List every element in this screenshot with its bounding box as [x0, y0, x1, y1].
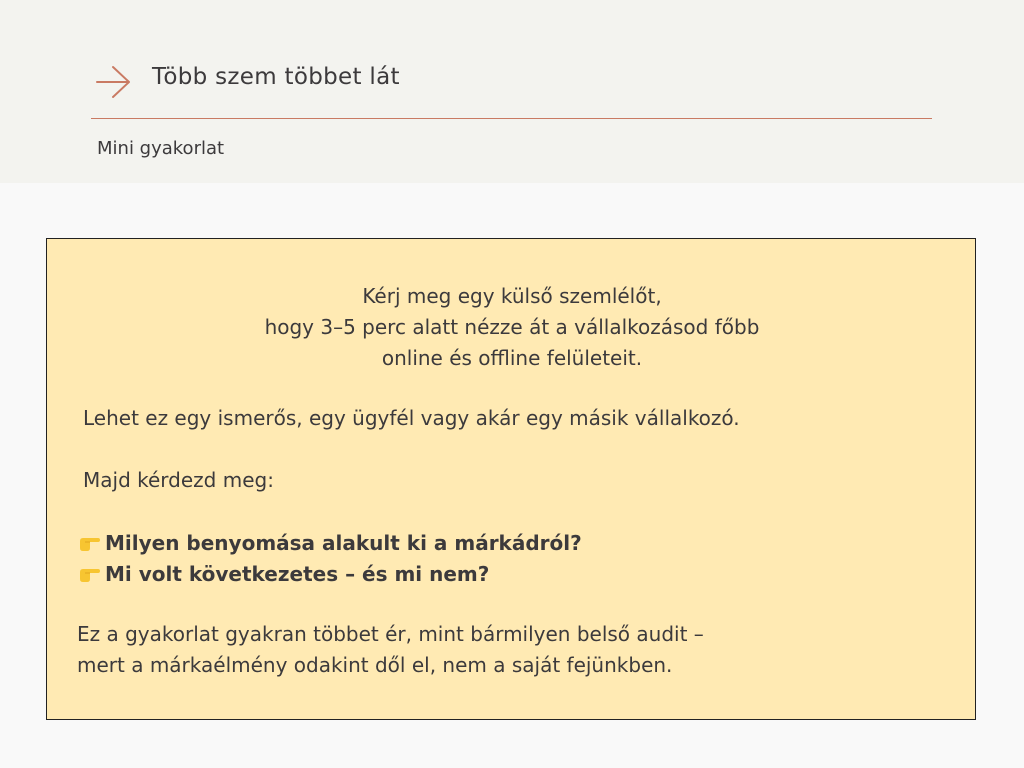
- intro-paragraph: Kérj meg egy külső szemlélőt, hogy 3–5 p…: [47, 281, 977, 374]
- intro-line: Kérj meg egy külső szemlélőt,: [362, 284, 662, 308]
- arrow-right-icon: [96, 66, 130, 98]
- question-text: Mi volt következetes – és mi nem?: [105, 561, 490, 586]
- question-list: Milyen benyomása alakult ki a márkádról?…: [77, 527, 582, 589]
- question-item: Mi volt következetes – és mi nem?: [77, 558, 582, 589]
- pointing-hand-icon: [80, 568, 100, 582]
- closing-line: Ez a gyakorlat gyakran többet ér, mint b…: [77, 622, 704, 646]
- exercise-card: Kérj meg egy külső szemlélőt, hogy 3–5 p…: [46, 238, 976, 720]
- page-title: Több szem többet lát: [152, 64, 400, 90]
- page-subtitle: Mini gyakorlat: [97, 138, 225, 159]
- people-paragraph: Lehet ez egy ismerős, egy ügyfél vagy ak…: [83, 406, 740, 430]
- closing-line: mert a márkaélmény odakint dől el, nem a…: [77, 653, 673, 677]
- title-divider: [91, 118, 932, 119]
- ask-paragraph: Majd kérdezd meg:: [83, 468, 274, 492]
- pointing-hand-icon: [80, 537, 100, 551]
- question-item: Milyen benyomása alakult ki a márkádról?: [77, 527, 582, 558]
- intro-line: hogy 3–5 perc alatt nézze át a vállalkoz…: [264, 315, 760, 339]
- closing-paragraph: Ez a gyakorlat gyakran többet ér, mint b…: [77, 619, 704, 681]
- intro-line: online és offline felületeit.: [381, 346, 643, 370]
- question-text: Milyen benyomása alakult ki a márkádról?: [105, 530, 582, 555]
- header-band: Több szem többet lát Mini gyakorlat: [0, 0, 1024, 183]
